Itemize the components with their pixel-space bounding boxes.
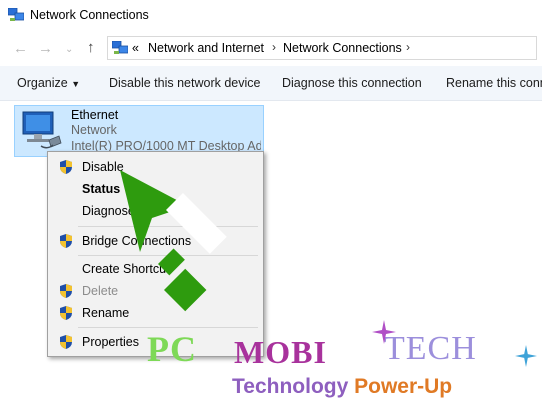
network-folder-icon — [112, 41, 128, 54]
disable-device-button[interactable]: Disable this network device — [109, 76, 260, 90]
arrow-up-icon[interactable]: ↑ — [87, 39, 95, 56]
watermark-mobi: MOBI — [234, 334, 327, 370]
connection-name: Ethernet — [71, 108, 119, 122]
sparkle-icon — [372, 320, 396, 344]
address-bar[interactable]: « Network and Internet › Network Connect… — [107, 36, 537, 60]
diagnose-connection-button[interactable]: Diagnose this connection — [282, 76, 422, 90]
uac-shield-icon — [60, 284, 72, 298]
breadcrumb-network-connections[interactable]: Network Connections — [283, 41, 402, 55]
uac-shield-icon — [60, 335, 72, 349]
watermark-tech: TECH — [384, 330, 477, 367]
navigation-bar: ← → ⌄ ↑ « Network and Internet › Network… — [0, 33, 542, 65]
uac-shield-icon — [60, 160, 72, 174]
arrow-left-icon[interactable]: ← — [13, 40, 28, 57]
uac-shield-icon — [60, 306, 72, 320]
breadcrumb-network-and-internet[interactable]: Network and Internet — [148, 41, 264, 55]
pointer-arrow-overlay — [120, 170, 227, 312]
uac-shield-icon — [60, 234, 72, 248]
organize-button[interactable]: Organize ▼ — [17, 76, 80, 90]
organize-label: Organize — [17, 76, 68, 90]
chevron-right-icon[interactable]: › — [406, 40, 410, 54]
watermark-powerup: Power-Up — [354, 375, 453, 398]
title-bar: Network Connections — [0, 0, 542, 31]
rename-connection-button[interactable]: Rename this conn — [446, 76, 542, 90]
sparkle-icon — [515, 345, 537, 367]
ethernet-adapter-icon — [22, 111, 62, 149]
network-connections-icon — [8, 8, 24, 21]
chevron-right-icon[interactable]: › — [272, 40, 276, 54]
arrow-right-icon[interactable]: → — [38, 40, 53, 57]
connection-item-ethernet[interactable]: Ethernet Network Intel(R) PRO/1000 MT De… — [14, 105, 264, 157]
command-bar: Organize ▼ Disable this network device D… — [0, 66, 542, 101]
watermark-pc: PC — [147, 329, 197, 369]
connection-status: Network — [71, 123, 117, 137]
menu-label-properties: Properties — [82, 335, 139, 349]
window-title: Network Connections — [30, 8, 149, 22]
watermark-tagline: Technology Power-Up — [232, 375, 452, 399]
watermark-technology: Technology — [232, 375, 349, 398]
chevron-down-icon[interactable]: ⌄ — [65, 44, 73, 55]
breadcrumb-overflow[interactable]: « — [132, 41, 139, 55]
caret-down-icon: ▼ — [71, 79, 81, 89]
